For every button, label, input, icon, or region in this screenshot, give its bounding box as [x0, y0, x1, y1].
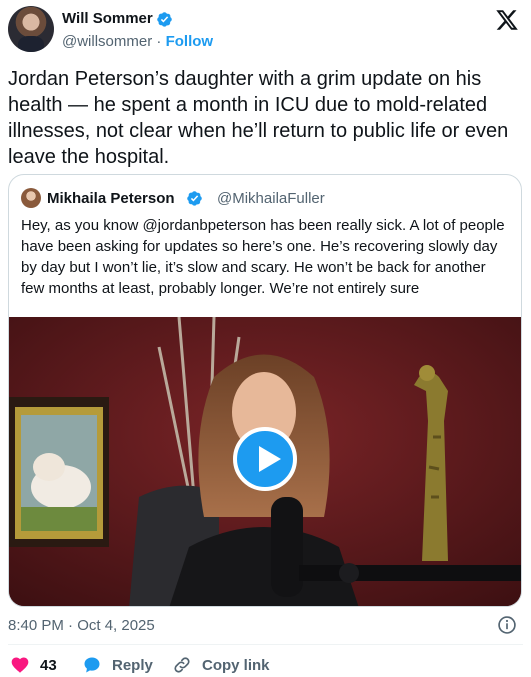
- video-player[interactable]: [9, 317, 521, 606]
- author-handle[interactable]: @willsommer: [62, 33, 152, 50]
- link-icon: [174, 657, 190, 673]
- reply-bubble-icon: [84, 657, 100, 673]
- author-name[interactable]: Will Sommer: [62, 10, 153, 27]
- quoted-author-handle: @MikhailaFuller: [217, 190, 325, 207]
- quoted-tweet-text: Hey, as you know @jordanbpeterson has be…: [21, 217, 505, 297]
- quoted-author-avatar: [21, 188, 41, 208]
- follow-button[interactable]: Follow: [166, 33, 214, 50]
- copy-link-label: Copy link: [202, 657, 270, 674]
- quoted-author-name: Mikhaila Peterson: [47, 190, 175, 207]
- verified-badge-icon: [187, 191, 202, 206]
- reply-label: Reply: [112, 657, 153, 674]
- heart-icon: [11, 657, 29, 673]
- author-avatar[interactable]: [8, 6, 54, 52]
- info-icon[interactable]: [497, 615, 517, 635]
- tweet-card: Will Sommer @willsommer · Follow Jordan …: [0, 0, 531, 677]
- divider: [8, 644, 523, 645]
- tweet-timestamp[interactable]: 8:40 PM · Oct 4, 2025: [8, 617, 155, 634]
- play-button[interactable]: [233, 427, 297, 491]
- handle-separator: ·: [156, 33, 162, 50]
- x-logo-icon[interactable]: [495, 8, 519, 32]
- author-handle-line: @willsommer · Follow: [62, 33, 213, 50]
- tweet-header: Will Sommer @willsommer · Follow: [8, 6, 523, 56]
- quoted-tweet[interactable]: Mikhaila Peterson @MikhailaFuller Hey, a…: [8, 174, 522, 607]
- tweet-text: Jordan Peterson’s daughter with a grim u…: [8, 68, 509, 168]
- verified-badge-icon: [157, 12, 172, 27]
- like-count: 43: [40, 657, 57, 674]
